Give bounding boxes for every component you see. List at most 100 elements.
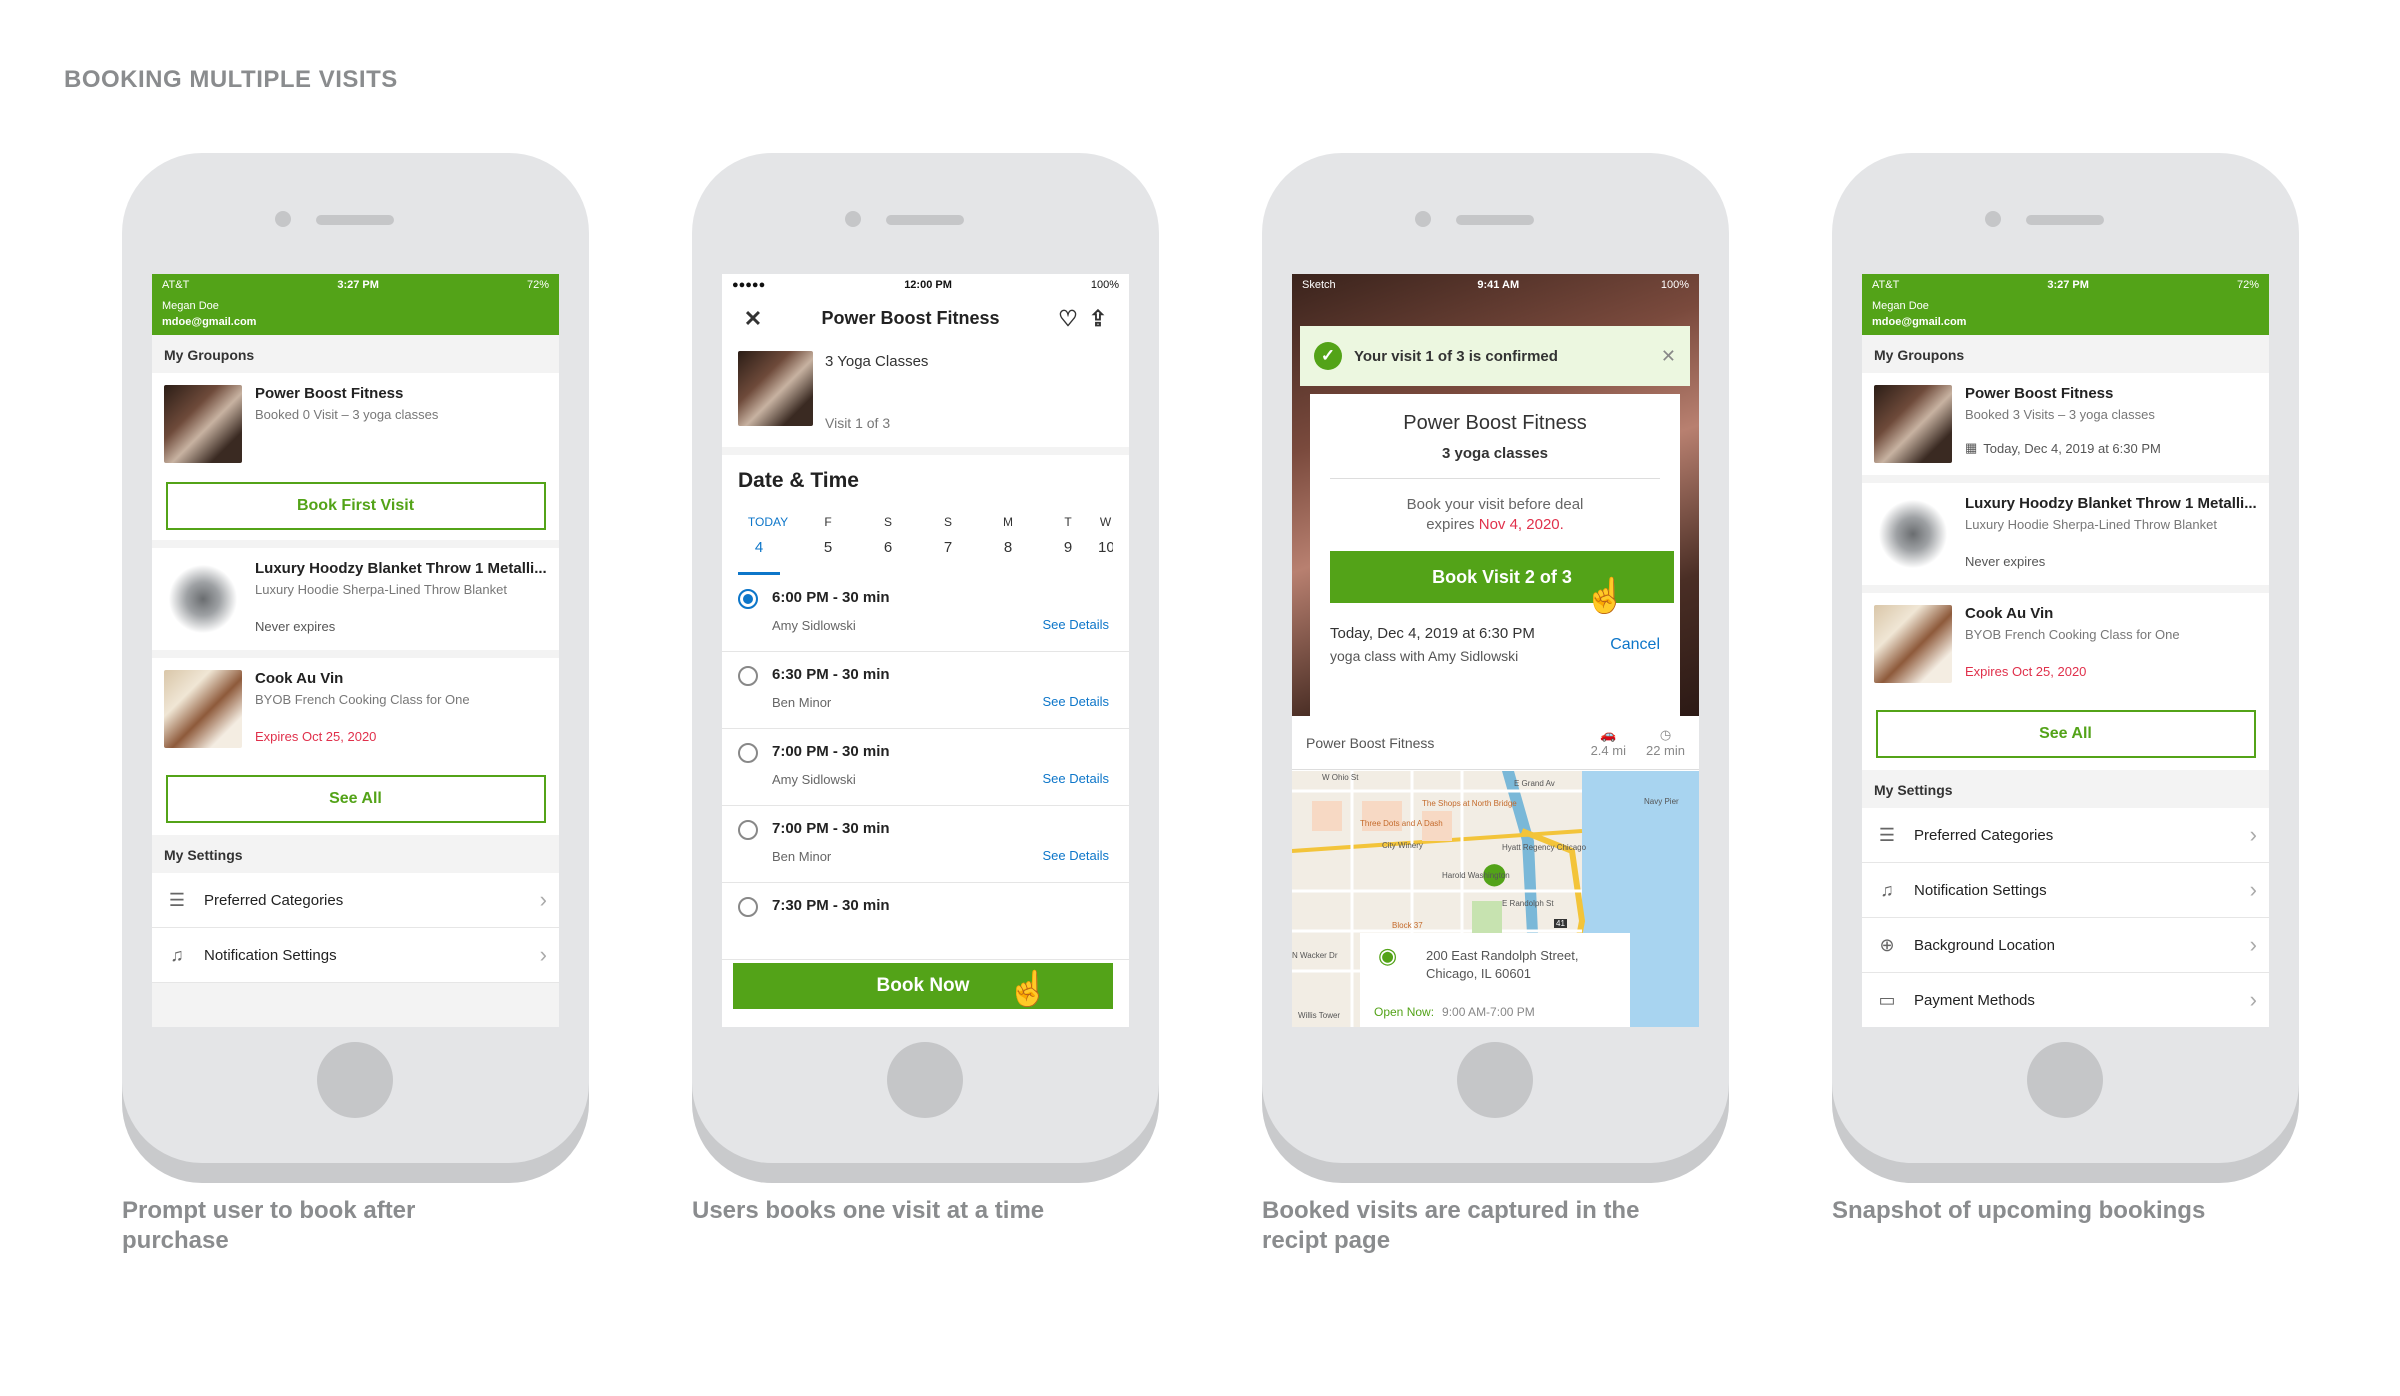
user-email: mdoe@gmail.com: [1872, 316, 1967, 328]
cancel-link[interactable]: Cancel: [1610, 636, 1660, 654]
speaker: [886, 215, 964, 225]
clock: 12:00 PM: [904, 279, 952, 291]
time-slot[interactable]: 7:00 PM - 30 min Ben Minor See Details: [722, 806, 1129, 883]
heart-icon[interactable]: ♡: [1053, 306, 1083, 332]
check-icon: ✓: [1314, 342, 1342, 370]
settings-row-background-location[interactable]: ⊕ Background Location ›: [1862, 918, 2269, 973]
see-all-button[interactable]: See All: [165, 775, 546, 823]
share-icon[interactable]: ⇪: [1083, 306, 1113, 332]
card-subtitle: Luxury Hoodie Sherpa-Lined Throw Blanket: [1965, 517, 2217, 532]
chevron-right-icon: ›: [539, 887, 547, 912]
see-all-wrap: See All: [164, 775, 547, 823]
card-info: Luxury Hoodzy Blanket Throw 1 Metalli...…: [1965, 495, 2257, 573]
booked-visit-row: Today, Dec 4, 2019 at 6:30 PM yoga class…: [1330, 625, 1660, 664]
map-label: Harold Washington: [1442, 871, 1510, 880]
day-option[interactable]: M8: [978, 515, 1038, 575]
time-slot[interactable]: 6:00 PM - 30 min Amy Sidlowski See Detail…: [722, 575, 1129, 652]
settings-label: Notification Settings: [204, 946, 337, 964]
speaker: [316, 215, 394, 225]
chevron-right-icon: ›: [2249, 987, 2257, 1012]
slot-instructor: Amy Sidlowski: [772, 772, 856, 787]
see-all-button[interactable]: See All: [1875, 710, 2256, 758]
date-time-section: Date & Time TODAY 4 F5 S6 S7 M8 T9 W 10: [722, 455, 1129, 575]
settings-row-notification-settings[interactable]: ♫ Notification Settings ›: [1862, 863, 2269, 918]
see-details-link[interactable]: See Details: [1043, 617, 1109, 632]
deal-image: [1874, 605, 1952, 683]
day-option[interactable]: S6: [858, 515, 918, 575]
toast-message: Your visit 1 of 3 is confirmed: [1354, 347, 1558, 365]
day-label: F: [824, 515, 832, 529]
groupon-card[interactable]: Luxury Hoodzy Blanket Throw 1 Metalli...…: [1862, 483, 2269, 585]
groupon-card[interactable]: Luxury Hoodzy Blanket Throw 1 Metalli...…: [152, 548, 559, 650]
expires-date: Nov 4, 2020.: [1478, 516, 1564, 533]
radio-selected[interactable]: [738, 589, 758, 609]
card-title: Cook Au Vin: [255, 670, 344, 687]
day-number: 4: [738, 539, 780, 575]
carrier-label: AT&T: [1872, 279, 1900, 291]
chevron-right-icon: ›: [2249, 877, 2257, 902]
day-label: S: [883, 515, 892, 529]
deal-text: 3 Yoga Classes Visit 1 of 3: [825, 351, 928, 431]
day-option[interactable]: S7: [918, 515, 978, 575]
day-label: S: [943, 515, 952, 529]
groupon-card[interactable]: Power Boost Fitness Booked 3 Visits – 3 …: [1862, 373, 2269, 475]
radio-unselected[interactable]: [738, 820, 758, 840]
status-bar: AT&T 3:27 PM 72%: [1862, 274, 2269, 296]
deal-name: 3 Yoga Classes: [825, 353, 929, 370]
merchant-name: Power Boost Fitness: [1403, 412, 1587, 434]
booked-visit-time: Today, Dec 4, 2019 at 6:30 PM: [1330, 625, 1535, 642]
day-number: 5: [823, 539, 833, 556]
close-icon[interactable]: ✕: [738, 306, 768, 332]
bell-icon: ♫: [170, 944, 184, 965]
screen-my-groupons: AT&T 3:27 PM 72% Megan Doe mdoe@gmail.co…: [152, 274, 559, 1027]
status-bar: Sketch 9:41 AM 100%: [1292, 274, 1699, 296]
radio-unselected[interactable]: [738, 897, 758, 917]
book-first-visit-button[interactable]: Book First Visit: [165, 482, 546, 530]
groupon-card[interactable]: Cook Au Vin BYOB French Cooking Class fo…: [1862, 593, 2269, 770]
booking-time: Today, Dec 4, 2019 at 6:30 PM: [1983, 440, 2161, 456]
home-button: [2027, 1042, 2103, 1118]
battery-label: 100%: [1090, 279, 1119, 291]
settings-row-notification-settings[interactable]: ♫ Notification Settings ›: [152, 928, 559, 983]
time-slot[interactable]: 7:30 PM - 30 min: [722, 883, 1129, 960]
map-view[interactable]: ⬤ ◉ 200 East Randolph Street, Chicago, I…: [1292, 771, 1699, 1027]
see-details-link[interactable]: See Details: [1043, 694, 1109, 709]
day-option[interactable]: TODAY 4: [738, 515, 798, 575]
see-details-link[interactable]: See Details: [1043, 848, 1109, 863]
location-card: Power Boost Fitness 🚗 2.4 mi ◷ 22 min ⬤ …: [1292, 716, 1699, 1027]
location-title: Power Boost Fitness: [1306, 734, 1435, 751]
chevron-right-icon: ›: [2249, 822, 2257, 847]
time-slot[interactable]: 7:00 PM - 30 min Amy Sidlowski See Detail…: [722, 729, 1129, 806]
home-button: [887, 1042, 963, 1118]
day-option[interactable]: F5: [798, 515, 858, 575]
time-slot[interactable]: 6:30 PM - 30 min Ben Minor See Details: [722, 652, 1129, 729]
see-details-link[interactable]: See Details: [1043, 771, 1109, 786]
camera: [845, 211, 861, 227]
radio-unselected[interactable]: [738, 743, 758, 763]
phone-1: AT&T 3:27 PM 72% Megan Doe mdoe@gmail.co…: [122, 153, 589, 1163]
book-now-button[interactable]: Book Now: [733, 963, 1113, 1009]
visit-count: Visit 1 of 3: [825, 415, 891, 431]
settings-row-preferred-categories[interactable]: ☰ Preferred Categories ›: [1862, 808, 2269, 863]
settings-row-payment-methods[interactable]: ▭ Payment Methods ›: [1862, 973, 2269, 1027]
clock-icon: ◷: [1659, 727, 1672, 742]
slot-time: 6:30 PM - 30 min: [772, 666, 890, 683]
radio-unselected[interactable]: [738, 666, 758, 686]
settings-row-preferred-categories[interactable]: ☰ Preferred Categories ›: [152, 873, 559, 928]
card-expiry: Never expires: [1965, 554, 2046, 569]
slot-text: 6:00 PM - 30 min Amy Sidlowski: [772, 589, 890, 651]
day-option[interactable]: W 10: [1098, 515, 1113, 575]
day-number: 10: [1098, 539, 1113, 556]
deal-image: [1874, 495, 1952, 573]
groupon-card[interactable]: Power Boost Fitness Booked 0 Visit – 3 y…: [152, 373, 559, 540]
map-label: Hyatt Regency Chicago: [1502, 843, 1587, 852]
groupon-card[interactable]: Cook Au Vin BYOB French Cooking Class fo…: [152, 658, 559, 835]
divider: [1330, 478, 1660, 479]
page-title: BOOKING MULTIPLE VISITS: [64, 66, 398, 93]
map-label: Three Dots and A Dash: [1360, 819, 1443, 828]
clock: 3:27 PM: [337, 279, 379, 291]
close-icon[interactable]: ✕: [1661, 346, 1676, 367]
user-email: mdoe@gmail.com: [162, 316, 257, 328]
day-option[interactable]: T9: [1038, 515, 1098, 575]
card-title: Luxury Hoodzy Blanket Throw 1 Metalli...: [255, 560, 547, 577]
